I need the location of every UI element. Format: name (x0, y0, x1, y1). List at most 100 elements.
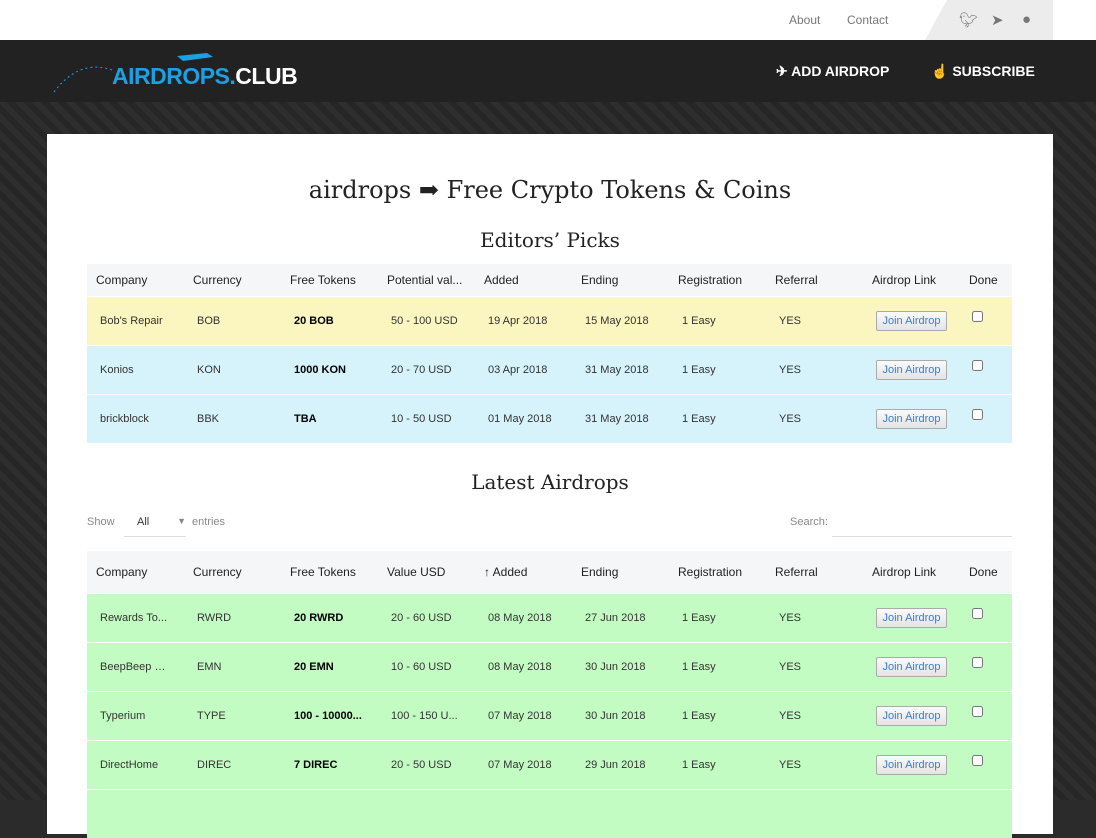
search-input[interactable] (832, 506, 1012, 537)
table-row[interactable]: Typerium TYPE 100 - 10000... 100 - 150 U...… (87, 690, 1012, 740)
done-checkbox[interactable] (972, 408, 983, 420)
cell-referral: YES (766, 641, 863, 691)
cell-value: 10 - 60 USD (378, 641, 475, 691)
join-airdrop-button[interactable]: Join Airdrop (876, 754, 947, 775)
table-row[interactable]: DirectHome DIREC 7 DIREC 20 - 50 USD 07 May … (87, 739, 1012, 789)
table-row[interactable]: BeepBeep N... EMN 20 EMN 10 - 60 USD 08 May … (87, 641, 1012, 691)
join-airdrop-button[interactable]: Join Airdrop (876, 607, 947, 628)
done-checkbox[interactable] (972, 705, 983, 717)
cell-registration: 1 Easy (669, 592, 766, 642)
done-checkbox[interactable] (972, 754, 983, 766)
join-airdrop-button[interactable]: Join Airdrop (876, 359, 947, 380)
column-header[interactable]: Value USD (378, 551, 475, 593)
cell-referral: YES (766, 739, 863, 789)
table-row[interactable] (87, 788, 1012, 838)
latest-airdrops-heading: Latest Airdrops (471, 470, 629, 494)
table-row[interactable]: Rewards To... RWRD 20 RWRD 20 - 60 USD 08 Ma… (87, 592, 1012, 642)
column-header[interactable]: ↑ Added (475, 551, 572, 593)
add-airdrop-label: ADD AIRDROP (791, 63, 890, 79)
subscribe-button[interactable]: ☝ SUBSCRIBE (931, 63, 1035, 80)
top-bar: About Contact 🐦︎ ➤ ● (0, 0, 1096, 40)
subscribe-label: SUBSCRIBE (952, 63, 1035, 79)
entries-label: entries (192, 516, 226, 528)
telegram-icon[interactable]: ➤ (991, 11, 1004, 29)
cell-added: 07 May 2018 (475, 739, 572, 789)
twitter-icon[interactable]: 🐦︎ (959, 11, 978, 29)
column-header[interactable]: Registration (669, 264, 766, 296)
column-header[interactable]: Currency (184, 264, 281, 296)
column-header[interactable]: Free Tokens (281, 551, 378, 593)
table-row[interactable]: brickblock BBK TBA 10 - 50 USD 01 May 2018 31… (87, 393, 1012, 443)
cell-company: Typerium (87, 690, 184, 740)
join-airdrop-button[interactable]: Join Airdrop (876, 705, 947, 726)
show-label: Show (87, 516, 115, 528)
cell-registration: 1 Easy (669, 690, 766, 740)
cell-referral: YES (766, 295, 863, 345)
about-link[interactable]: About (789, 13, 820, 27)
cell-tokens: TBA (281, 393, 378, 443)
cell-value (378, 788, 475, 838)
column-header[interactable]: Ending (572, 264, 669, 296)
join-airdrop-button[interactable]: Join Airdrop (876, 310, 947, 331)
done-checkbox[interactable] (972, 310, 983, 322)
cell-company: DirectHome (87, 739, 184, 789)
cell-tokens: 20 EMN (281, 641, 378, 691)
cell-registration: 1 Easy (669, 295, 766, 345)
add-airdrop-button[interactable]: ✈ ADD AIRDROP (776, 63, 889, 80)
reddit-icon[interactable]: ● (1022, 11, 1031, 28)
cell-ending: 31 May 2018 (572, 344, 669, 394)
cell-registration (669, 788, 766, 838)
cell-currency: TYPE (184, 690, 281, 740)
table-row[interactable]: Konios KON 1000 KON 20 - 70 USD 03 Apr 2018 3… (87, 344, 1012, 394)
column-header[interactable]: Company (87, 264, 184, 296)
column-header[interactable]: Referral (766, 551, 863, 593)
cell-value: 100 - 150 U... (378, 690, 475, 740)
entries-value: All (137, 516, 150, 528)
join-airdrop-button[interactable]: Join Airdrop (876, 656, 947, 677)
content-card: airdrops ➡ Free Crypto Tokens & Coins Ed… (47, 134, 1053, 838)
column-header[interactable]: Currency (184, 551, 281, 593)
cell-value: 20 - 60 USD (378, 592, 475, 642)
cell-added: 08 May 2018 (475, 641, 572, 691)
entries-select[interactable]: All ▼ (124, 506, 186, 537)
cell-referral: YES (766, 592, 863, 642)
cell-added: 03 Apr 2018 (475, 344, 572, 394)
join-airdrop-button[interactable]: Join Airdrop (876, 408, 947, 429)
column-header[interactable]: Registration (669, 551, 766, 593)
cell-referral: YES (766, 393, 863, 443)
page-title: airdrops ➡ Free Crypto Tokens & Coins (308, 176, 792, 204)
thumbs-up-icon: ☝ (931, 63, 953, 79)
column-header[interactable]: Done (960, 551, 1012, 593)
logo-text: AIRDROPS. (112, 63, 236, 89)
column-header[interactable]: Airdrop Link (863, 264, 960, 296)
cell-registration: 1 Easy (669, 739, 766, 789)
cell-tokens: 1000 KON (281, 344, 378, 394)
cell-currency: BBK (184, 393, 281, 443)
column-header[interactable]: Ending (572, 551, 669, 593)
column-header[interactable]: Free Tokens (281, 264, 378, 296)
column-header[interactable]: Done (960, 264, 1012, 296)
cell-registration: 1 Easy (669, 641, 766, 691)
chevron-down-icon: ▼ (177, 516, 186, 526)
column-header[interactable]: Potential val... (378, 264, 475, 296)
cell-ending: 30 Jun 2018 (572, 641, 669, 691)
column-header[interactable]: Airdrop Link (863, 551, 960, 593)
cell-referral: YES (766, 690, 863, 740)
column-header[interactable]: Added (475, 264, 572, 296)
cell-currency: RWRD (184, 592, 281, 642)
cell-currency: KON (184, 344, 281, 394)
column-header[interactable]: Company (87, 551, 184, 593)
column-header[interactable]: Referral (766, 264, 863, 296)
cell-company: Rewards To... (87, 592, 184, 642)
cell-company (87, 788, 184, 838)
done-checkbox[interactable] (972, 359, 983, 371)
done-checkbox[interactable] (972, 656, 983, 668)
done-checkbox[interactable] (972, 607, 983, 619)
social-links: 🐦︎ ➤ ● (925, 0, 1053, 40)
contact-link[interactable]: Contact (847, 13, 888, 27)
cell-currency: BOB (184, 295, 281, 345)
logo[interactable]: AIRDROPS.CLUB (52, 48, 312, 98)
cell-value: 10 - 50 USD (378, 393, 475, 443)
cell-company: Konios (87, 344, 184, 394)
table-row[interactable]: Bob's Repair BOB 20 BOB 50 - 100 USD 19 Apr … (87, 295, 1012, 345)
